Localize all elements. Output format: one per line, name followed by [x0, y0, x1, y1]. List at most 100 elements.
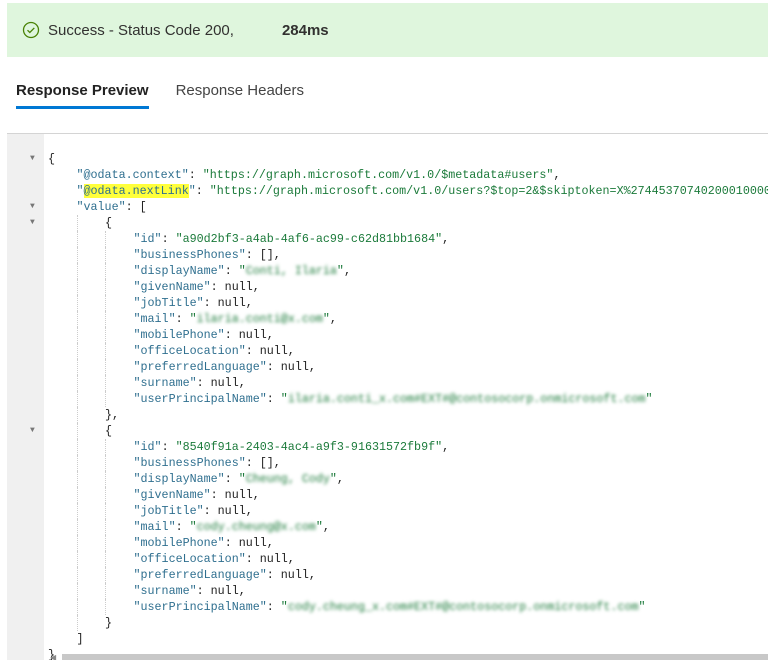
json-key: "mail" [133, 312, 176, 326]
json-string: Cheung, Cody [245, 472, 330, 486]
json-string: "8540f91a-2403-4ac4-a9f3-91631572fb9f" [175, 440, 443, 454]
json-code: ▼{"@odata.context": "https://graph.micro… [30, 151, 768, 660]
json-string: " [189, 312, 197, 326]
json-punct: : null, [210, 280, 260, 294]
status-text: Success - Status Code 200, [48, 21, 234, 39]
json-key: "preferredLanguage" [133, 360, 267, 374]
json-key: "userPrincipalName" [133, 392, 267, 406]
indent-guide [77, 615, 78, 631]
indent-guide [77, 567, 78, 583]
json-punct: : [224, 472, 239, 486]
indent-guide [105, 551, 106, 567]
json-key: "@odata.context" [76, 168, 189, 182]
code-line: "displayName": "Cheung, Cody", [48, 471, 768, 487]
json-string: " [322, 312, 330, 326]
check-circle-icon [22, 21, 40, 39]
horizontal-scrollbar[interactable] [62, 654, 768, 660]
json-punct: : null, [203, 296, 253, 310]
indent-guide [77, 519, 78, 535]
json-key: "surname" [133, 584, 197, 598]
indent-guide [105, 263, 106, 279]
code-line: "givenName": null, [48, 279, 768, 295]
indent-guide [77, 327, 78, 343]
json-punct: : [266, 600, 281, 614]
indent-guide [77, 263, 78, 279]
fold-toggle-icon[interactable]: ▼ [30, 199, 40, 215]
indent-guide [105, 343, 106, 359]
code-line: "userPrincipalName": "ilaria.conti_x.com… [48, 391, 768, 407]
code-line: "mail": "cody.cheung@x.com", [48, 519, 768, 535]
json-key: "givenName" [133, 280, 211, 294]
code-line: "id": "a90d2bf3-a4ab-4af6-ac99-c62d81bb1… [48, 231, 768, 247]
json-punct: , [553, 168, 561, 182]
code-line: "jobTitle": null, [48, 295, 768, 311]
json-string: " [280, 600, 288, 614]
indent-guide [105, 375, 106, 391]
code-line: "givenName": null, [48, 487, 768, 503]
indent-guide [105, 487, 106, 503]
indent-guide [105, 455, 106, 471]
code-line: "userPrincipalName": "cody.cheung_x.com#… [48, 599, 768, 615]
json-key: "businessPhones" [133, 248, 246, 262]
code-line: ] [48, 631, 768, 647]
json-key: "businessPhones" [133, 456, 246, 470]
json-string: " [336, 264, 344, 278]
json-punct: { [105, 216, 113, 230]
indent-guide [77, 231, 78, 247]
json-punct: : null, [203, 504, 253, 518]
json-string: "https://graph.microsoft.com/v1.0/$metad… [202, 168, 554, 182]
json-punct: : null, [224, 536, 274, 550]
json-punct: { [105, 424, 113, 438]
indent-guide [77, 391, 78, 407]
json-punct: : [188, 168, 203, 182]
json-punct: , [336, 472, 344, 486]
code-line: ▼{ [30, 151, 768, 167]
indent-guide [105, 359, 106, 375]
json-key: "userPrincipalName" [133, 600, 267, 614]
json-key: "givenName" [133, 488, 211, 502]
json-key: "mobilePhone" [133, 536, 225, 550]
scroll-left-icon[interactable]: ◀ [50, 653, 56, 660]
fold-toggle-icon[interactable]: ▼ [30, 423, 40, 439]
json-key: "value" [76, 200, 126, 214]
indent-guide [77, 583, 78, 599]
indent-guide [77, 439, 78, 455]
json-punct: } [105, 616, 113, 630]
fold-toggle-icon[interactable]: ▼ [30, 215, 40, 231]
json-punct: , [329, 312, 337, 326]
indent-guide [77, 359, 78, 375]
json-key: "mail" [133, 520, 176, 534]
json-viewer[interactable]: ▼{"@odata.context": "https://graph.micro… [7, 133, 768, 660]
json-punct: : null, [245, 344, 295, 358]
indent-guide [105, 295, 106, 311]
code-line: "preferredLanguage": null, [48, 359, 768, 375]
code-line: ▼ "value": [ [30, 199, 768, 215]
code-line: "preferredLanguage": null, [48, 567, 768, 583]
json-punct: : null, [245, 552, 295, 566]
json-string: ilaria.conti_x.com#EXT#@contosocorp.onmi… [287, 392, 646, 406]
indent-guide [77, 295, 78, 311]
code-line: "surname": null, [48, 583, 768, 599]
json-string: ilaria.conti@x.com [196, 312, 323, 326]
indent-guide [77, 535, 78, 551]
indent-guide [77, 311, 78, 327]
indent-guide [105, 535, 106, 551]
status-banner: Success - Status Code 200, 284ms [7, 3, 768, 57]
json-string: " [280, 392, 288, 406]
fold-toggle-icon[interactable]: ▼ [30, 151, 40, 167]
json-key: "displayName" [133, 472, 225, 486]
tab-response-headers[interactable]: Response Headers [176, 82, 304, 109]
code-line: ▼{ [30, 423, 768, 439]
json-punct: : null, [266, 360, 316, 374]
indent-guide [105, 391, 106, 407]
tab-response-preview[interactable]: Response Preview [16, 82, 149, 109]
json-punct: : [161, 440, 176, 454]
json-key: " [188, 184, 196, 198]
json-string: " [238, 264, 246, 278]
json-punct: : [ [125, 200, 147, 214]
json-punct: : null, [224, 328, 274, 342]
indent-guide [77, 375, 78, 391]
indent-guide [77, 247, 78, 263]
json-key: "officeLocation" [133, 552, 246, 566]
code-line: "businessPhones": [], [48, 455, 768, 471]
